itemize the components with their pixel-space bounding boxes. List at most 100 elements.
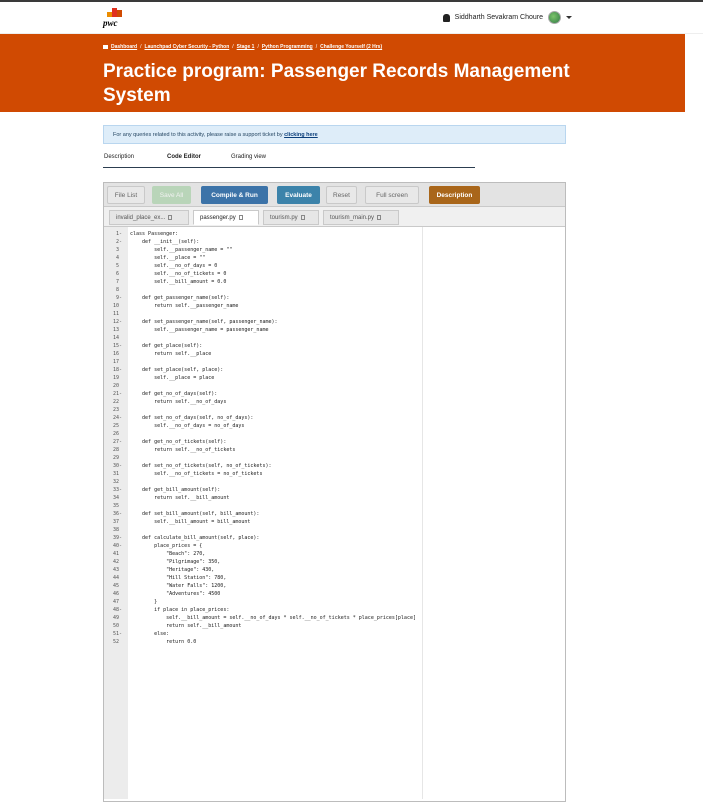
line-number: 38 xyxy=(112,527,122,533)
code-text: self.__bill_amount = 0.0 xyxy=(130,279,227,285)
line-number: 15- xyxy=(112,343,122,349)
close-icon[interactable] xyxy=(168,215,173,220)
bell-icon[interactable] xyxy=(442,13,450,22)
breadcrumb-python-programming[interactable]: Python Programming xyxy=(262,44,313,50)
line-number: 16 xyxy=(112,351,122,357)
code-text: return self.__bill_amount xyxy=(130,495,230,501)
code-text: "Water Falls": 1200, xyxy=(130,583,227,589)
line-number: 35 xyxy=(112,503,122,509)
code-text: return 0.0 xyxy=(130,639,197,645)
close-icon[interactable] xyxy=(238,215,243,220)
line-number: 37 xyxy=(112,519,122,525)
line-number: 13 xyxy=(112,327,122,333)
line-number: 39- xyxy=(112,535,122,541)
code-text: def get_bill_amount(self): xyxy=(130,487,221,493)
page-header-banner: Dashboard / Launchpad Cyber Security - Py… xyxy=(0,34,685,112)
support-notice: For any queries related to this activity… xyxy=(103,125,566,144)
code-editor-panel: File List Save All Compile & Run Evaluat… xyxy=(103,182,566,802)
line-number: 42 xyxy=(112,559,122,565)
file-tab-passenger[interactable]: passenger.py xyxy=(193,210,259,225)
tab-description[interactable]: Description xyxy=(104,154,134,160)
line-number: 32 xyxy=(112,479,122,485)
code-text: place_prices = { xyxy=(130,543,203,549)
breadcrumb: Dashboard / Launchpad Cyber Security - Py… xyxy=(103,44,382,50)
user-menu[interactable]: Siddharth Sevakram Choure xyxy=(442,11,572,24)
line-number: 41 xyxy=(112,551,122,557)
breadcrumb-launchpad[interactable]: Launchpad Cyber Security - Python xyxy=(145,44,230,50)
line-number: 23 xyxy=(112,407,122,413)
code-text: def __init__(self): xyxy=(130,239,200,245)
save-all-button[interactable]: Save All xyxy=(152,186,191,204)
file-list-button[interactable]: File List xyxy=(107,186,145,204)
avatar[interactable] xyxy=(548,11,561,24)
code-text: return self.__bill_amount xyxy=(130,623,242,629)
code-text: self.__bill_amount = bill_amount xyxy=(130,519,251,525)
line-number: 25 xyxy=(112,423,122,429)
line-number: 6 xyxy=(115,271,122,277)
home-icon xyxy=(103,45,108,49)
pwc-logo[interactable]: pwc xyxy=(103,8,127,30)
line-number: 2- xyxy=(115,239,122,245)
code-text: def set_place(self, place): xyxy=(130,367,224,373)
line-number: 33- xyxy=(112,487,122,493)
line-number: 20 xyxy=(112,383,122,389)
reset-button[interactable]: Reset xyxy=(326,186,357,204)
code-text: self.__place = place xyxy=(130,375,215,381)
editor-toolbar: File List Save All Compile & Run Evaluat… xyxy=(104,183,565,207)
print-margin xyxy=(422,227,423,799)
code-text: self.__bill_amount = self.__no_of_days *… xyxy=(130,615,416,621)
code-text: "Hill Station": 780, xyxy=(130,575,227,581)
line-number: 29 xyxy=(112,455,122,461)
code-text: return self.__no_of_days xyxy=(130,399,227,405)
file-tabs-bar: invalid_place_ex... passenger.py tourism… xyxy=(104,207,565,227)
code-text: def get_no_of_days(self): xyxy=(130,391,218,397)
file-tab-label: invalid_place_ex... xyxy=(116,214,166,221)
breadcrumb-challenge[interactable]: Challenge Yourself (2 Hrs) xyxy=(320,44,382,50)
code-text: return self.__passenger_name xyxy=(130,303,239,309)
code-text: else: xyxy=(130,631,170,637)
line-number: 30- xyxy=(112,463,122,469)
line-number: 44 xyxy=(112,575,122,581)
support-ticket-link[interactable]: clicking here xyxy=(284,132,318,138)
evaluate-button[interactable]: Evaluate xyxy=(277,186,320,204)
compile-run-button[interactable]: Compile & Run xyxy=(201,186,268,204)
user-name: Siddharth Sevakram Choure xyxy=(454,14,543,21)
code-area[interactable]: 1- class Passenger: 2- def __init__(self):… xyxy=(104,227,565,799)
line-number: 34 xyxy=(112,495,122,501)
line-number: 1- xyxy=(115,231,122,237)
code-text: } xyxy=(130,599,158,605)
chevron-down-icon[interactable] xyxy=(566,16,572,19)
line-number: 36- xyxy=(112,511,122,517)
close-icon[interactable] xyxy=(300,215,305,220)
line-number: 12- xyxy=(112,319,122,325)
line-number: 49 xyxy=(112,615,122,621)
code-text: "Pilgrimage": 350, xyxy=(130,559,221,565)
tab-code-editor[interactable]: Code Editor xyxy=(167,154,201,160)
line-number: 10 xyxy=(112,303,122,309)
full-screen-button[interactable]: Full screen xyxy=(365,186,419,204)
file-tab-tourism-main[interactable]: tourism_main.py xyxy=(323,210,399,225)
breadcrumb-stage[interactable]: Stage 1 xyxy=(237,44,255,50)
tab-grading-view[interactable]: Grading view xyxy=(231,154,266,160)
code-text: def set_no_of_tickets(self, no_of_ticket… xyxy=(130,463,272,469)
code-text: self.__no_of_days = no_of_days xyxy=(130,423,245,429)
line-number: 3 xyxy=(115,247,122,253)
description-button[interactable]: Description xyxy=(429,186,480,204)
notice-text: For any queries related to this activity… xyxy=(113,132,285,138)
code-text: def get_no_of_tickets(self): xyxy=(130,439,227,445)
breadcrumb-dashboard[interactable]: Dashboard xyxy=(111,44,137,50)
file-tab-tourism[interactable]: tourism.py xyxy=(263,210,319,225)
code-text: def set_passenger_name(self, passenger_n… xyxy=(130,319,278,325)
line-number: 50 xyxy=(112,623,122,629)
line-number: 40- xyxy=(112,543,122,549)
line-number: 14 xyxy=(112,335,122,341)
close-icon[interactable] xyxy=(377,215,382,220)
line-number: 48- xyxy=(112,607,122,613)
line-number: 18- xyxy=(112,367,122,373)
file-tab-invalid-place[interactable]: invalid_place_ex... xyxy=(109,210,189,225)
code-text: "Beach": 270, xyxy=(130,551,206,557)
code-text: self.__no_of_tickets = 0 xyxy=(130,271,227,277)
line-number: 17 xyxy=(112,359,122,365)
line-number: 9- xyxy=(115,295,122,301)
line-number: 5 xyxy=(115,263,122,269)
